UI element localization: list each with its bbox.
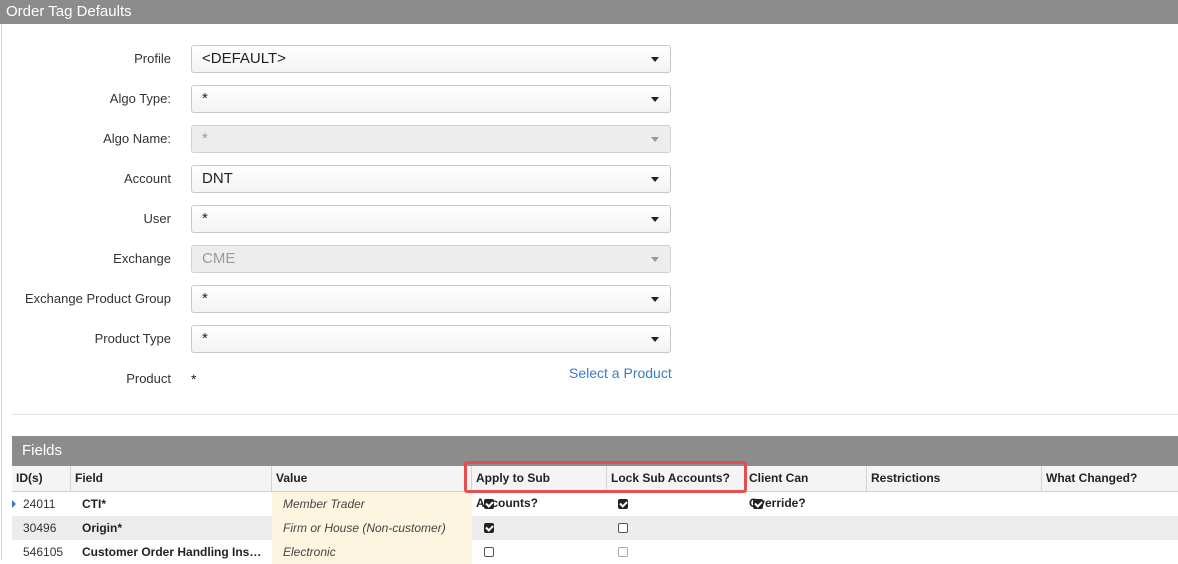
lock-sub-accounts-checkbox[interactable] <box>618 523 628 533</box>
user-value: * <box>202 210 208 227</box>
exchange-product-group-value: * <box>202 290 208 307</box>
row-field: CTI* <box>82 497 106 511</box>
algo-name-label: Algo Name: <box>103 131 171 146</box>
product-type-label: Product Type <box>94 331 171 346</box>
algo-type-value: * <box>202 90 208 107</box>
fields-panel-title: Fields <box>12 436 1178 466</box>
col-restrictions[interactable]: Restrictions <box>867 466 1042 491</box>
fields-panel: Fields ID(s) Field Value Apply to Sub Ac… <box>12 436 1178 564</box>
account-value: DNT <box>202 170 233 187</box>
account-label: Account <box>124 171 171 186</box>
product-label: Product <box>126 371 171 386</box>
col-value[interactable]: Value <box>272 466 472 491</box>
product-type-row: Product Type * <box>0 324 700 354</box>
algo-name-row: Algo Name: * <box>0 124 700 154</box>
select-product-link[interactable]: Select a Product <box>569 358 672 388</box>
col-client-can-override[interactable]: Client Can Override? <box>745 466 867 510</box>
product-value: * <box>191 371 197 387</box>
profile-row: Profile <DEFAULT> <box>0 44 700 74</box>
col-field[interactable]: Field <box>71 466 272 491</box>
algo-type-row: Algo Type: * <box>0 84 700 114</box>
exchange-product-group-row: Exchange Product Group * <box>0 284 700 314</box>
apply-sub-accounts-checkbox[interactable] <box>484 499 494 509</box>
row-id: 30496 <box>23 521 57 535</box>
account-row: Account DNT <box>0 164 700 194</box>
algo-type-label: Algo Type: <box>109 91 171 106</box>
lock-sub-accounts-checkbox[interactable] <box>618 499 628 509</box>
chevron-down-icon <box>651 257 659 262</box>
exchange-label: Exchange <box>113 251 171 266</box>
chevron-down-icon <box>651 57 659 62</box>
window-title: Order Tag Defaults <box>0 0 1178 24</box>
chevron-down-icon <box>651 97 659 102</box>
chevron-down-icon <box>651 137 659 142</box>
row-value[interactable]: Electronic <box>272 540 472 564</box>
table-row[interactable]: 546105 Customer Order Handling Ins… Elec… <box>12 540 1178 564</box>
account-select[interactable]: DNT <box>191 165 671 193</box>
row-value[interactable]: Firm or House (Non-customer) <box>272 516 472 540</box>
col-what-changed[interactable]: What Changed? <box>1042 466 1178 491</box>
user-select[interactable]: * <box>191 205 671 233</box>
profile-select[interactable]: <DEFAULT> <box>191 45 671 73</box>
exchange-row: Exchange CME <box>0 244 700 274</box>
client-can-override-checkbox[interactable] <box>753 499 763 509</box>
exchange-select: CME <box>191 245 671 273</box>
chevron-down-icon <box>651 297 659 302</box>
user-label: User <box>143 211 171 226</box>
exchange-product-group-label: Exchange Product Group <box>25 291 171 306</box>
algo-name-value: * <box>202 130 208 147</box>
section-divider <box>12 414 1178 415</box>
chevron-down-icon <box>651 217 659 222</box>
apply-sub-accounts-checkbox[interactable] <box>484 523 494 533</box>
product-row: Product * Select a Product <box>0 364 700 394</box>
fields-table-header: ID(s) Field Value Apply to Sub Accounts?… <box>12 466 1178 510</box>
chevron-down-icon <box>651 177 659 182</box>
profile-label: Profile <box>134 51 171 66</box>
row-id: 546105 <box>23 545 64 559</box>
table-row[interactable]: 24011 CTI* Member Trader <box>12 492 1178 516</box>
row-id: 24011 <box>23 497 56 511</box>
lock-sub-accounts-checkbox <box>618 547 628 557</box>
user-row: User * <box>0 204 700 234</box>
col-lock-sub-accounts[interactable]: Lock Sub Accounts? <box>607 466 745 491</box>
algo-type-select[interactable]: * <box>191 85 671 113</box>
apply-sub-accounts-checkbox[interactable] <box>484 547 494 557</box>
col-apply-sub-accounts[interactable]: Apply to Sub Accounts? <box>472 466 607 510</box>
product-type-value: * <box>202 330 208 347</box>
exchange-value: CME <box>202 250 236 267</box>
row-field: Customer Order Handling Ins… <box>82 545 262 559</box>
exchange-product-group-select[interactable]: * <box>191 285 671 313</box>
col-ids[interactable]: ID(s) <box>12 466 71 491</box>
product-type-select[interactable]: * <box>191 325 671 353</box>
profile-value: <DEFAULT> <box>202 50 286 67</box>
row-value[interactable]: Member Trader <box>272 492 472 516</box>
algo-name-select: * <box>191 125 671 153</box>
table-row[interactable]: 30496 Origin* Firm or House (Non-custome… <box>12 516 1178 540</box>
chevron-down-icon <box>651 337 659 342</box>
row-field: Origin* <box>82 521 123 535</box>
